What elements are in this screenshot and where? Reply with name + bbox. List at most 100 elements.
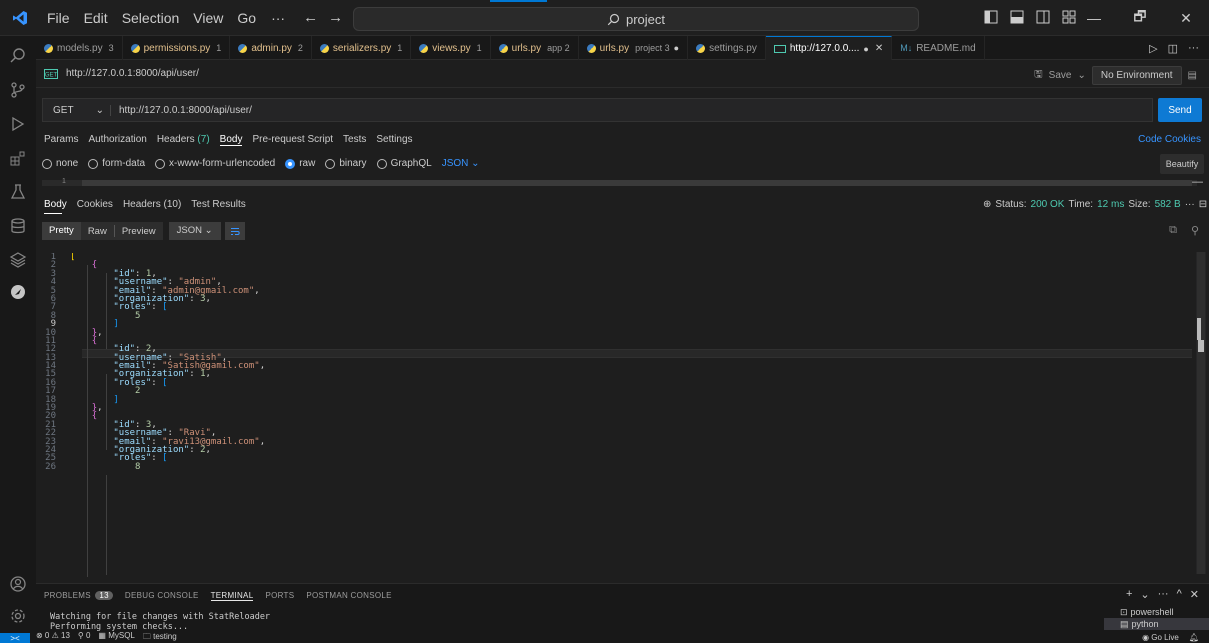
response-body-code[interactable]: 1[2 {3 "id": 1,4 "username": "admin", 5 "… [36,253,1196,575]
request-tab[interactable]: Headers (7) [157,134,210,146]
vscode-logo-icon[interactable] [0,0,40,36]
testing-flask-icon[interactable] [0,176,36,208]
folder-status[interactable]: 🗀 testing [143,631,177,643]
body-type-radio[interactable]: none [42,158,78,169]
restore-icon[interactable]: 🗗 [1117,0,1163,36]
panel-tab-problems[interactable]: PROBLEMS 13 [44,591,113,601]
panel-tab-ports[interactable]: PORTS [265,591,294,601]
run-debug-icon[interactable] [0,108,36,140]
request-tab[interactable]: Body [219,134,243,146]
request-tab[interactable]: Params [44,134,78,146]
save-button[interactable]: Save [1049,70,1072,81]
source-control-icon[interactable] [0,74,36,106]
view-pretty[interactable]: Pretty [42,222,81,240]
command-center-search[interactable]: project [353,7,919,31]
database-icon[interactable] [0,210,36,242]
panel-tab-terminal[interactable]: TERMINAL [210,591,254,601]
editor-tab[interactable]: settings.py [688,36,766,60]
menu-edit[interactable]: Edit [77,0,115,36]
url-input[interactable]: http://127.0.0.1:8000/api/user/ [111,105,252,116]
editor-tab[interactable]: urls.py app 2 [491,36,579,60]
response-tab-headers[interactable]: Headers (10) [123,199,181,210]
menu-selection[interactable]: Selection [115,0,187,36]
toggle-primary-sidebar-icon[interactable] [984,10,998,24]
run-icon[interactable]: ▷ [1149,42,1157,55]
editor-tab[interactable]: permissions.py 1 [123,36,231,60]
body-type-radio[interactable]: binary [325,158,367,169]
method-select[interactable]: GET ⌄ [43,104,111,116]
body-format-select[interactable]: JSON ⌄ [442,158,480,169]
toggle-secondary-sidebar-icon[interactable] [1036,10,1050,24]
accounts-icon[interactable] [0,568,36,600]
view-raw[interactable]: Raw [81,226,114,237]
search-activity-icon[interactable] [0,40,36,72]
menu-file[interactable]: File [40,0,77,36]
menu-go[interactable]: Go [230,0,263,36]
panel-tab-debug-console[interactable]: DEBUG CONSOLE [125,591,199,601]
copy-icon[interactable]: ⧉ [1169,224,1177,237]
editor-tab[interactable]: serializers.py 1 [312,36,412,60]
editor-tab[interactable]: urls.py project 3 ● [579,36,689,60]
ports-status[interactable]: ⚲ 0 [78,631,91,643]
close-window-icon[interactable]: ✕ [1163,0,1209,36]
more-actions-icon[interactable]: ··· [1188,42,1199,54]
search-response-icon[interactable]: ⚲ [1191,224,1199,237]
format-select[interactable]: JSON ⌄ [168,222,221,240]
close-panel-icon[interactable]: ✕ [1190,588,1199,601]
response-tab-test-results[interactable]: Test Results [191,199,245,210]
new-terminal-icon[interactable]: + [1126,588,1132,601]
cookies-link[interactable]: Cookies [1165,134,1201,145]
save-response-icon[interactable]: ⊟ [1199,199,1207,210]
problems-status[interactable]: ⊗ 0 ⚠ 13 [36,631,70,643]
minimize-icon[interactable]: — [1071,0,1117,36]
wrap-lines-icon[interactable] [224,222,245,240]
editor-tab[interactable]: models.py 3 [36,36,123,60]
go-live-button[interactable]: ◉ Go Live [1142,633,1179,642]
response-tab-cookies[interactable]: Cookies [77,199,113,210]
response-scroll-thumb[interactable] [1197,252,1205,574]
panel-more-icon[interactable]: ··· [1158,588,1169,601]
editor-tab[interactable]: http://127.0.0.... ● ✕ [765,36,893,60]
request-tab[interactable]: Settings [376,134,412,146]
forward-arrow-icon[interactable]: → [328,9,343,26]
request-tab[interactable]: Authorization [88,134,146,146]
settings-gear-icon[interactable] [0,600,36,632]
terminal-item-python[interactable]: ▤ python [1104,618,1209,630]
terminal-output[interactable]: Watching for file changes with StatReloa… [50,612,270,632]
request-title[interactable]: http://127.0.0.1:8000/api/user/ [66,68,199,79]
view-preview[interactable]: Preview [115,226,163,237]
beautify-button[interactable]: Beautify [1160,154,1204,174]
terminal-dropdown-icon[interactable]: ⌄ [1140,588,1149,601]
panel-tab-postman-console[interactable]: POSTMAN CONSOLE [306,591,391,601]
code-link[interactable]: Code [1138,134,1162,145]
more-icon[interactable]: ··· [1185,199,1195,210]
remote-indicator-icon[interactable]: >< [0,633,30,643]
editor-tab[interactable]: views.py 1 [411,36,491,60]
request-tab[interactable]: Pre-request Script [252,134,333,146]
back-arrow-icon[interactable]: ← [303,9,318,26]
collapse-icon[interactable]: — [1192,176,1203,188]
postman-icon[interactable] [0,276,36,308]
request-tab[interactable]: Tests [343,134,366,146]
maximize-panel-icon[interactable]: ^ [1177,588,1182,601]
split-editor-icon[interactable]: ◫ [1168,42,1178,55]
notifications-bell-icon[interactable]: 🔔︎ [1189,633,1199,642]
toggle-panel-icon[interactable] [1010,10,1024,24]
layers-icon[interactable] [0,244,36,276]
body-type-radio[interactable]: GraphQL [376,158,432,169]
mysql-status[interactable]: ▦ MySQL [98,631,134,643]
extensions-icon[interactable] [0,142,36,174]
editor-tab[interactable]: admin.py 2 [230,36,312,60]
close-tab-icon[interactable]: ✕ [875,43,883,54]
terminal-item-powershell[interactable]: ⊡ powershell [1104,606,1209,618]
menu-view[interactable]: View [186,0,230,36]
environment-select[interactable]: No Environment [1091,66,1182,85]
response-tab-body[interactable]: Body [44,199,67,210]
menu-more-icon[interactable]: ··· [263,10,293,26]
body-type-radio[interactable]: form-data [88,158,145,169]
send-button[interactable]: Send [1158,98,1202,122]
editor-tab[interactable]: M↓ README.md [892,36,985,60]
request-body-scrollbar[interactable] [82,180,1192,186]
save-dropdown-icon[interactable]: ⌄ [1077,70,1085,81]
body-type-radio[interactable]: x-www-form-urlencoded [155,158,275,169]
